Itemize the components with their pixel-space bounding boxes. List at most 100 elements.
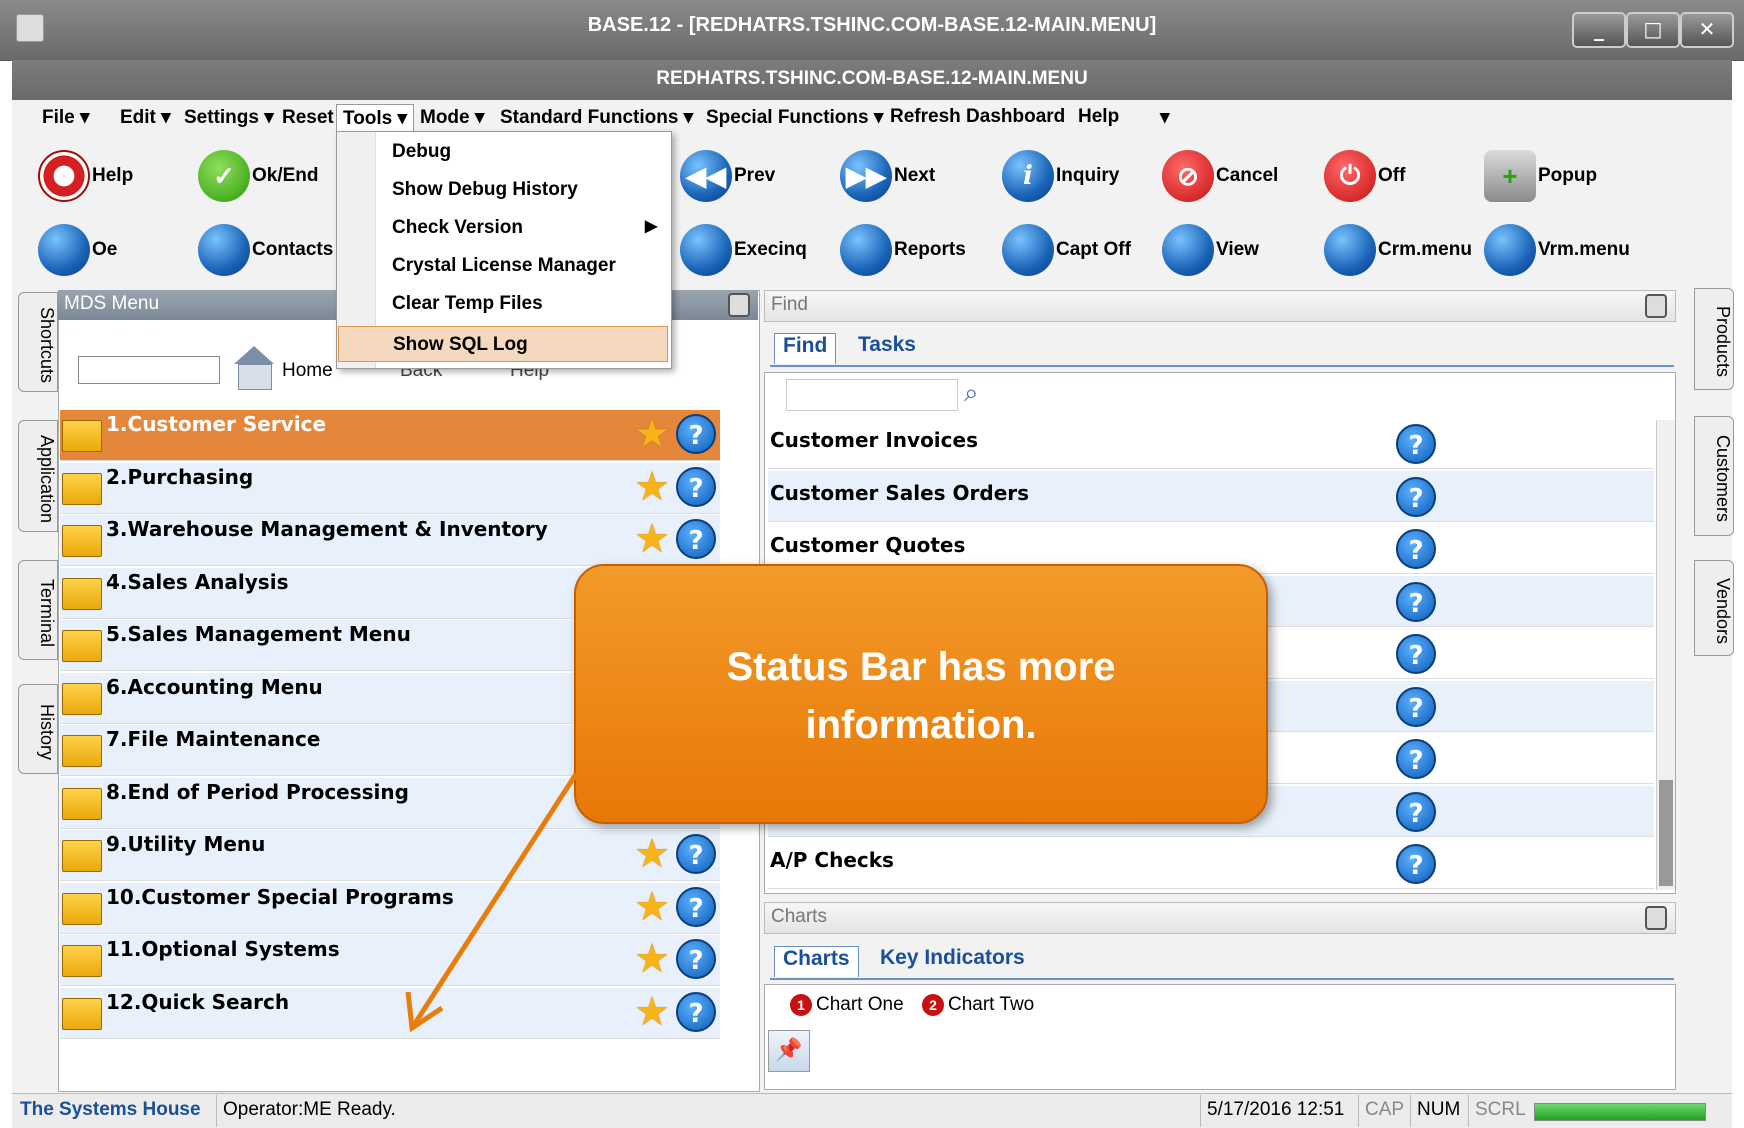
menu-row[interactable]: 1.Customer Service ★? — [60, 410, 720, 461]
menu-refresh-dashboard[interactable]: Refresh Dashboard — [884, 104, 1071, 130]
find-row[interactable]: Customer Sales Orders? — [768, 470, 1654, 522]
menu-item-debug[interactable]: Debug — [338, 134, 668, 170]
menu-file[interactable]: File ▾ — [36, 104, 96, 131]
home-icon[interactable] — [230, 346, 278, 390]
reports-button[interactable]: Reports — [840, 220, 966, 280]
folder-icon — [62, 682, 102, 715]
help-question-icon[interactable]: ? — [676, 991, 716, 1032]
chart-two-button[interactable]: 2 Chart Two — [922, 994, 1034, 1016]
menu-row[interactable]: 2.Purchasing ★? — [60, 462, 720, 514]
help-question-icon[interactable]: ? — [676, 886, 716, 927]
menu-overflow-icon[interactable]: ▾ — [1154, 104, 1176, 131]
mds-search-input[interactable] — [78, 356, 220, 384]
help-question-icon[interactable]: ? — [676, 834, 716, 874]
favorite-star-icon[interactable]: ★ — [632, 992, 672, 1032]
favorite-star-icon[interactable]: ★ — [632, 414, 672, 454]
tab-terminal[interactable]: Terminal — [18, 560, 58, 660]
help-question-icon[interactable]: ? — [676, 414, 716, 454]
execinq-label: Execinq — [734, 239, 807, 260]
globe-icon — [198, 224, 250, 276]
help-question-icon[interactable]: ? — [1396, 424, 1436, 464]
help-question-icon[interactable]: ? — [1396, 739, 1436, 779]
tab-shortcuts[interactable]: Shortcuts — [18, 292, 58, 392]
find-row[interactable]: Customer Invoices? — [768, 418, 1654, 469]
contacts-button[interactable]: Contacts — [198, 220, 333, 280]
favorite-star-icon[interactable]: ★ — [632, 834, 672, 874]
next-button[interactable]: ▶▶ Next — [840, 146, 935, 206]
help-question-icon[interactable]: ? — [1396, 686, 1436, 727]
help-question-icon[interactable]: ? — [676, 939, 716, 979]
status-progress-bar — [1534, 1103, 1706, 1121]
help-question-icon[interactable]: ? — [1396, 844, 1436, 884]
menu-edit[interactable]: Edit ▾ — [114, 104, 177, 131]
menu-row[interactable]: 3.Warehouse Management & Inventory ★? — [60, 515, 720, 566]
favorite-star-icon[interactable]: ★ — [632, 887, 672, 927]
find-scrollbar[interactable] — [1656, 420, 1675, 890]
favorite-star-icon[interactable]: ★ — [632, 467, 672, 507]
close-button[interactable]: ✕ — [1680, 12, 1734, 48]
crm-menu-button[interactable]: Crm.menu — [1324, 220, 1472, 280]
menu-item-show-debug-history[interactable]: Show Debug History — [338, 172, 668, 208]
checkmark-icon: ✓ — [198, 150, 250, 202]
tab-find[interactable]: Find — [774, 333, 837, 364]
magnifier-icon[interactable]: ⌕ — [964, 378, 994, 408]
lock-icon[interactable] — [1645, 294, 1667, 318]
menu-item-crystal-license-manager[interactable]: Crystal License Manager — [338, 248, 668, 284]
help-question-icon[interactable]: ? — [1396, 581, 1436, 622]
favorite-star-icon[interactable]: ★ — [632, 519, 672, 559]
menu-standard-functions[interactable]: Standard Functions ▾ — [494, 104, 699, 131]
tab-products[interactable]: Products — [1694, 288, 1734, 390]
help-question-icon[interactable]: ? — [1396, 634, 1436, 674]
help-question-icon[interactable]: ? — [676, 466, 716, 507]
menu-item-check-version[interactable]: Check Version — [338, 210, 668, 246]
vrm-menu-button[interactable]: Vrm.menu — [1484, 220, 1630, 280]
home-link[interactable]: Home — [282, 360, 333, 382]
maximize-button[interactable]: □ — [1626, 12, 1680, 48]
lock-icon[interactable] — [728, 293, 750, 317]
help-question-icon[interactable]: ? — [1396, 476, 1436, 517]
prev-button[interactable]: ◀◀ Prev — [680, 146, 775, 206]
menu-mode[interactable]: Mode ▾ — [414, 104, 490, 131]
menu-settings[interactable]: Settings ▾ — [178, 104, 280, 131]
favorite-star-icon[interactable]: ★ — [632, 939, 672, 979]
scrollbar-thumb[interactable] — [1659, 780, 1673, 886]
popup-button[interactable]: + Popup — [1484, 146, 1597, 206]
capt-off-button[interactable]: Capt Off — [1002, 220, 1131, 280]
tab-vendors[interactable]: Vendors — [1694, 560, 1734, 656]
tab-key-indicators[interactable]: Key Indicators — [874, 946, 1031, 970]
tab-customers[interactable]: Customers — [1694, 416, 1734, 536]
menu-tools[interactable]: Tools ▾ — [336, 104, 415, 132]
menu-row-label: 11.Optional Systems — [106, 937, 340, 961]
chart-one-button[interactable]: 1 Chart One — [790, 994, 904, 1016]
view-button[interactable]: View — [1162, 220, 1259, 280]
off-button[interactable]: ⏻ Off — [1324, 146, 1405, 206]
mds-menu-title: MDS Menu — [64, 293, 160, 314]
menu-item-show-sql-log[interactable]: Show SQL Log — [338, 326, 668, 362]
minimize-button[interactable]: _ — [1572, 12, 1626, 48]
pin-icon[interactable]: 📌 — [768, 1030, 810, 1072]
find-search-input[interactable] — [786, 379, 958, 411]
help-question-icon[interactable]: ? — [1396, 791, 1436, 832]
menu-row-label: 4.Sales Analysis — [106, 569, 289, 594]
execinq-button[interactable]: Execinq — [680, 220, 807, 280]
cancel-button[interactable]: ⊘ Cancel — [1162, 146, 1278, 206]
menu-help[interactable]: Help — [1072, 104, 1125, 130]
find-tabbar: Find Tasks — [770, 333, 1674, 367]
tab-tasks[interactable]: Tasks — [852, 333, 922, 357]
help-question-icon[interactable]: ? — [1396, 529, 1436, 569]
inquiry-button[interactable]: i Inquiry — [1002, 146, 1119, 206]
menu-item-clear-temp-files[interactable]: Clear Temp Files — [338, 286, 668, 322]
lock-icon[interactable] — [1645, 906, 1667, 930]
ok-end-button[interactable]: ✓ Ok/End — [198, 146, 319, 206]
tab-history[interactable]: History — [18, 684, 58, 774]
help-button[interactable]: Help — [38, 146, 133, 206]
tab-application[interactable]: Application — [18, 420, 58, 532]
globe-icon — [1162, 224, 1214, 276]
title-bar: BASE.12 - [REDHATRS.TSHINC.COM-BASE.12-M… — [0, 0, 1744, 61]
oe-button[interactable]: Oe — [38, 220, 117, 280]
help-question-icon[interactable]: ? — [676, 519, 716, 559]
find-row[interactable]: A/P Checks? — [768, 838, 1654, 889]
folder-icon — [62, 630, 102, 662]
tab-charts[interactable]: Charts — [774, 946, 859, 977]
menu-special-functions[interactable]: Special Functions ▾ — [700, 104, 889, 131]
